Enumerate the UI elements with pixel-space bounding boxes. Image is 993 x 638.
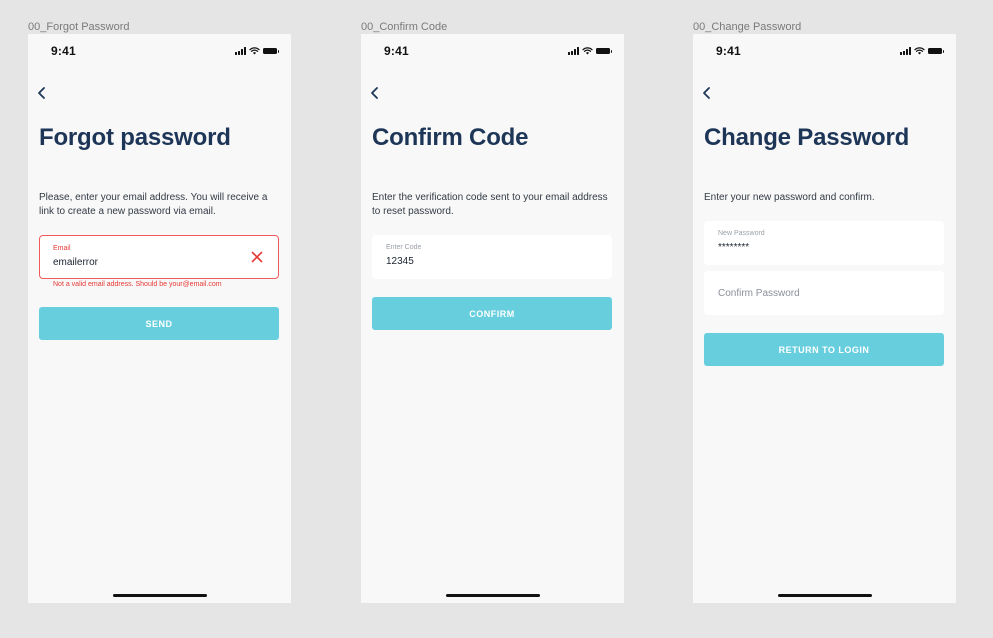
confirm-button[interactable]: CONFIRM [372, 297, 612, 330]
new-password-field-label: New Password [718, 230, 765, 237]
frame-forgot-password: 00_Forgot Password 9:41 Forgot password … [28, 20, 291, 603]
confirm-password-field[interactable]: Confirm Password [704, 271, 944, 315]
home-indicator [777, 594, 872, 597]
phone-screen: 9:41 Forgot password Please, enter your … [28, 34, 291, 603]
status-bar: 9:41 [361, 34, 624, 66]
code-field[interactable]: Enter Code [372, 235, 612, 279]
description-text: Please, enter your email address. You wi… [39, 192, 268, 217]
status-time: 9:41 [384, 44, 409, 58]
close-icon[interactable] [251, 251, 263, 263]
code-field-label: Enter Code [386, 244, 422, 251]
email-input[interactable] [53, 257, 243, 268]
page-title: Change Password [704, 124, 910, 151]
cellular-signal-icon [567, 47, 579, 55]
send-button[interactable]: SEND [39, 307, 279, 340]
return-to-login-button[interactable]: RETURN TO LOGIN [704, 333, 944, 366]
new-password-input[interactable] [718, 242, 908, 253]
frame-confirm-code: 00_Confirm Code 9:41 Confirm Code Enter … [361, 20, 624, 603]
email-field[interactable]: Email [39, 235, 279, 279]
email-error-message: Not a valid email address. Should be you… [53, 281, 222, 288]
status-time: 9:41 [51, 44, 76, 58]
description-text: Enter your new password and confirm. [704, 192, 875, 203]
frame-change-password: 00_Change Password 9:41 Change Password … [693, 20, 956, 603]
code-input[interactable] [386, 256, 576, 267]
wifi-icon [913, 47, 925, 55]
wifi-icon [581, 47, 593, 55]
status-bar: 9:41 [693, 34, 956, 66]
battery-icon [262, 48, 279, 54]
chevron-left-icon[interactable] [369, 86, 381, 100]
frame-label: 00_Confirm Code [361, 21, 448, 33]
battery-icon [927, 48, 944, 54]
cellular-signal-icon [899, 47, 911, 55]
status-icons [234, 47, 279, 55]
page-title: Confirm Code [372, 124, 529, 151]
status-icons [899, 47, 944, 55]
description-text: Enter the verification code sent to your… [372, 192, 608, 217]
new-password-field[interactable]: New Password [704, 221, 944, 265]
status-bar: 9:41 [28, 34, 291, 66]
wifi-icon [248, 47, 260, 55]
phone-screen: 9:41 Confirm Code Enter the verification… [361, 34, 624, 603]
status-time: 9:41 [716, 44, 741, 58]
home-indicator [445, 594, 540, 597]
chevron-left-icon[interactable] [36, 86, 48, 100]
frame-label: 00_Change Password [693, 21, 802, 33]
battery-icon [595, 48, 612, 54]
confirm-password-placeholder: Confirm Password [718, 288, 800, 299]
phone-screen: 9:41 Change Password Enter your new pass… [693, 34, 956, 603]
page-title: Forgot password [39, 124, 231, 151]
chevron-left-icon[interactable] [701, 86, 713, 100]
frame-label: 00_Forgot Password [28, 21, 130, 33]
status-icons [567, 47, 612, 55]
home-indicator [112, 594, 207, 597]
cellular-signal-icon [234, 47, 246, 55]
email-field-label: Email [53, 245, 71, 252]
